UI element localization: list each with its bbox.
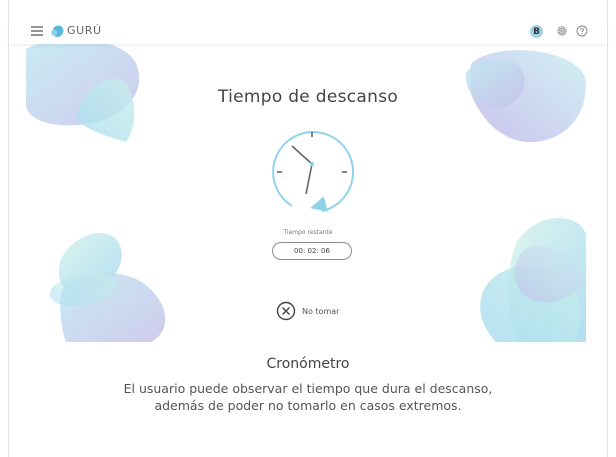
timer-display: 00: 02: 06 <box>272 242 352 260</box>
caption-title: Cronómetro <box>266 356 350 372</box>
menu-icon[interactable] <box>30 24 44 38</box>
logo-icon <box>51 25 64 37</box>
skip-break-button[interactable]: No tomar <box>276 300 339 322</box>
app-frame: GURÚ B Tiempo de descanso Tiempo restant… <box>0 0 616 457</box>
settings-icon[interactable] <box>556 25 568 37</box>
brand-name: GURÚ <box>67 24 102 37</box>
time-remaining-label: Tiempo restante <box>283 229 333 236</box>
help-icon[interactable] <box>576 25 588 37</box>
close-circle-icon <box>276 301 296 321</box>
break-title: Tiempo de descanso <box>217 87 399 107</box>
clock-icon <box>272 131 355 212</box>
caption-description: El usuario puede observar el tiempo que … <box>123 381 493 413</box>
user-avatar[interactable]: B <box>530 25 543 38</box>
skip-break-label: No tomar <box>302 306 340 316</box>
